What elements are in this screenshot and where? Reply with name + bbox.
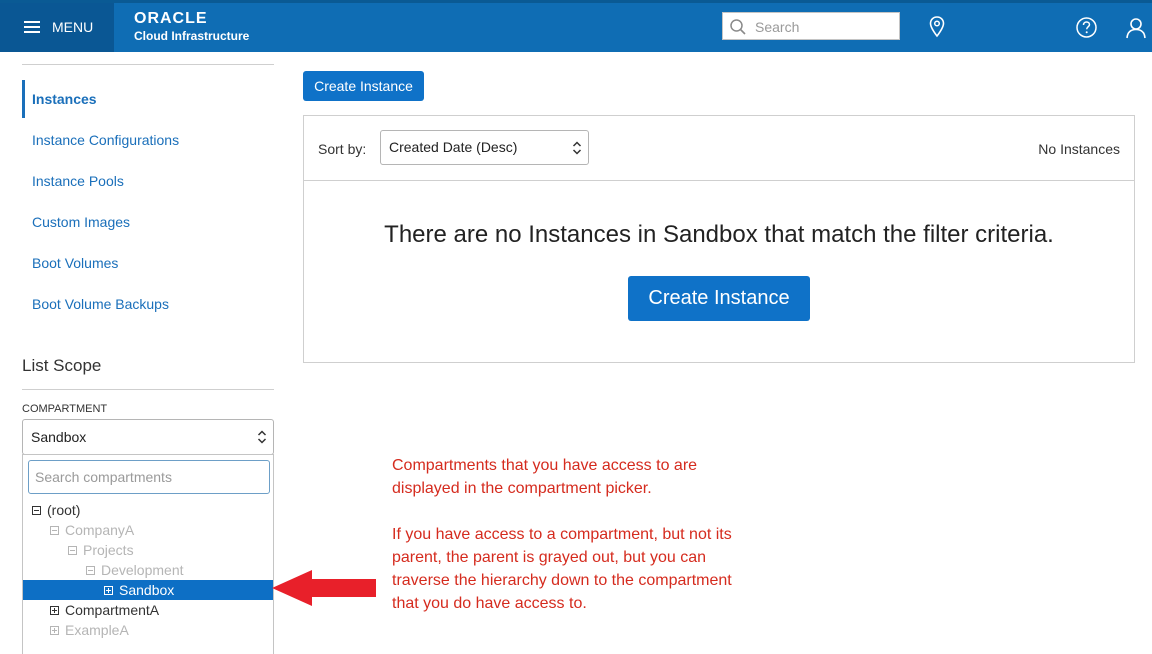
sort-select[interactable]: Created Date (Desc): [380, 130, 589, 165]
sidebar-item-custom-images[interactable]: Custom Images: [22, 203, 274, 241]
location-pin-icon[interactable]: [929, 16, 945, 38]
annotation-line-2: If you have access to a compartment, but…: [392, 526, 732, 612]
tree-node-label: (root): [47, 502, 81, 518]
search-icon: [730, 19, 746, 35]
list-toolbar: Sort by: Created Date (Desc) No Instance…: [304, 116, 1134, 181]
tree-node-label: ExampleA: [65, 622, 129, 638]
global-search[interactable]: [722, 12, 900, 40]
updown-chevron-icon: [257, 430, 267, 444]
updown-chevron-icon: [572, 141, 582, 155]
brand-subtitle: Cloud Infrastructure: [134, 29, 250, 43]
sidebar-item-boot-volumes[interactable]: Boot Volumes: [22, 244, 274, 282]
oracle-logo[interactable]: ORACLE Cloud Infrastructure: [134, 10, 250, 44]
annotation-text: Compartments that you have access to are…: [392, 454, 752, 615]
collapse-icon[interactable]: [50, 525, 59, 535]
compartment-dropdown: (root) CompanyA Projects Development San…: [22, 454, 274, 654]
tree-node-development[interactable]: Development: [86, 560, 184, 580]
sidebar-item-instances[interactable]: Instances: [22, 80, 274, 118]
sidebar-item-instance-configurations[interactable]: Instance Configurations: [22, 121, 274, 159]
sidebar-divider: [22, 64, 274, 65]
sidebar-item-boot-volume-backups[interactable]: Boot Volume Backups: [22, 285, 274, 323]
top-bar: MENU ORACLE Cloud Infrastructure: [0, 0, 1152, 52]
list-scope-title: List Scope: [22, 356, 102, 375]
empty-state-message: There are no Instances in Sandbox that m…: [384, 221, 1054, 248]
tree-node-label: Development: [101, 562, 184, 578]
tree-node-label: Sandbox: [119, 582, 175, 598]
compartment-label: COMPARTMENT: [22, 403, 108, 415]
compartment-value: Sandbox: [31, 429, 87, 445]
help-icon[interactable]: [1076, 17, 1097, 38]
instances-panel: Sort by: Created Date (Desc) No Instance…: [303, 115, 1135, 363]
tree-node-companya[interactable]: CompanyA: [50, 520, 134, 540]
expand-icon[interactable]: [104, 585, 113, 595]
menu-button[interactable]: MENU: [0, 3, 114, 52]
tree-node-sandbox[interactable]: Sandbox: [23, 580, 273, 600]
tree-node-compartmenta[interactable]: CompartmentA: [50, 600, 159, 620]
expand-icon[interactable]: [50, 605, 59, 615]
compartment-search-input[interactable]: [28, 460, 270, 494]
empty-create-instance-button[interactable]: Create Instance: [628, 276, 810, 321]
search-input[interactable]: [753, 16, 897, 38]
sort-value: Created Date (Desc): [389, 139, 518, 155]
collapse-icon[interactable]: [68, 545, 77, 555]
tree-node-label: CompanyA: [65, 522, 135, 538]
sort-label: Sort by:: [318, 141, 367, 157]
tree-node-label: Projects: [83, 542, 134, 558]
annotation-arrow-icon: [272, 570, 376, 606]
menu-label: MENU: [52, 19, 94, 35]
collapse-icon[interactable]: [86, 565, 95, 575]
expand-icon[interactable]: [50, 625, 59, 635]
user-icon[interactable]: [1126, 17, 1146, 39]
collapse-icon[interactable]: [32, 505, 41, 515]
scope-divider: [22, 389, 274, 390]
tree-node-label: CompartmentA: [65, 602, 160, 618]
sidebar-item-instance-pools[interactable]: Instance Pools: [22, 162, 274, 200]
tree-node-root[interactable]: (root): [32, 500, 80, 520]
tree-node-projects[interactable]: Projects: [68, 540, 134, 560]
annotation-line-1: Compartments that you have access to are…: [392, 457, 698, 497]
tree-node-examplea[interactable]: ExampleA: [50, 620, 129, 640]
create-instance-button[interactable]: Create Instance: [303, 71, 424, 101]
compartment-select[interactable]: Sandbox: [22, 419, 274, 455]
instance-count: No Instances: [1038, 141, 1120, 157]
hamburger-icon: [24, 21, 40, 33]
brand-name: ORACLE: [134, 10, 208, 27]
